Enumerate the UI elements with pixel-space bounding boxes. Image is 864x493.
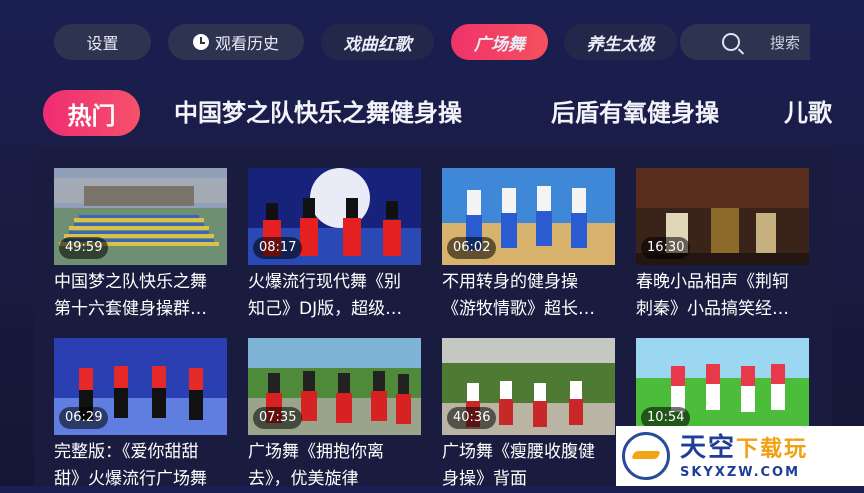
video-card[interactable]: 10:54 <box>636 338 809 439</box>
tab-square-dance[interactable]: 广场舞 <box>451 24 548 60</box>
history-button[interactable]: 观看历史 <box>168 24 304 60</box>
duration-badge: 07:35 <box>253 407 303 429</box>
video-thumbnail: 07:35 <box>248 338 421 435</box>
video-thumbnail: 16:30 <box>636 168 809 265</box>
video-card[interactable]: 49:59 中国梦之队快乐之舞 第十六套健身操群… <box>54 168 227 323</box>
category-tab-hot[interactable]: 热门 <box>43 90 140 136</box>
duration-badge: 06:02 <box>447 237 497 259</box>
clock-icon <box>192 34 209 50</box>
duration-badge: 40:36 <box>447 407 497 429</box>
category-tab-hot-label: 热门 <box>67 101 116 130</box>
category-tab-kids-songs[interactable]: 儿歌 <box>784 90 832 136</box>
airplane-logo-icon <box>622 432 670 480</box>
tab-opera-label: 戏曲红歌 <box>343 34 412 55</box>
watermark-title: 天空下载玩 <box>680 432 809 463</box>
search-label: 搜索 <box>770 33 801 52</box>
category-tabs: 热门 中国梦之队快乐之舞健身操 后盾有氧健身操 儿歌 <box>0 90 864 136</box>
video-card[interactable]: 06:02 不用转身的健身操 《游牧情歌》超长… <box>442 168 615 323</box>
video-title: 火爆流行现代舞《别 知己》DJ版，超级… <box>248 272 403 319</box>
video-title: 广场舞《瘦腰收腹健 身操》背面 <box>442 442 595 489</box>
history-label: 观看历史 <box>214 34 279 53</box>
search-icon <box>722 33 740 51</box>
video-thumbnail: 40:36 <box>442 338 615 435</box>
video-card[interactable]: 06:29 完整版：《爱你甜甜 甜》火爆流行广场舞 <box>54 338 227 493</box>
video-thumbnail: 08:17 <box>248 168 421 265</box>
tab-opera[interactable]: 戏曲红歌 <box>321 24 434 60</box>
video-thumbnail: 06:29 <box>54 338 227 435</box>
video-thumbnail: 06:02 <box>442 168 615 265</box>
duration-badge: 06:29 <box>59 407 109 429</box>
duration-badge: 16:30 <box>641 237 691 259</box>
video-card[interactable]: 08:17 火爆流行现代舞《别 知己》DJ版，超级… <box>248 168 421 323</box>
duration-badge: 49:59 <box>59 237 109 259</box>
tab-health[interactable]: 养生太极 <box>564 24 677 60</box>
watermark-logo: 天空下载玩 SKYXZW.COM <box>616 426 864 486</box>
video-title: 不用转身的健身操 《游牧情歌》超长… <box>442 272 595 319</box>
video-card[interactable]: 07:35 广场舞《拥抱你离 去》，优美旋律 <box>248 338 421 493</box>
video-thumbnail: 10:54 <box>636 338 809 435</box>
video-card[interactable]: 16:30 春晚小品相声《荆轲 刺秦》小品搞笑经… <box>636 168 809 323</box>
duration-badge: 08:17 <box>253 237 303 259</box>
settings-label: 设置 <box>86 34 119 53</box>
video-thumbnail: 49:59 <box>54 168 227 265</box>
top-nav: 设置 观看历史 戏曲红歌 广场舞 养生太极 搜索 <box>0 24 864 60</box>
category-tab-dream-team[interactable]: 中国梦之队快乐之舞健身操 <box>174 90 462 136</box>
video-title: 春晚小品相声《荆轲 刺秦》小品搞笑经… <box>636 272 789 319</box>
video-card[interactable]: 40:36 广场舞《瘦腰收腹健 身操》背面 <box>442 338 615 493</box>
settings-button[interactable]: 设置 <box>54 24 151 60</box>
watermark-url: SKYXZW.COM <box>680 464 801 480</box>
video-title: 广场舞《拥抱你离 去》，优美旋律 <box>248 442 384 489</box>
tab-square-dance-label: 广场舞 <box>474 34 525 55</box>
video-title: 中国梦之队快乐之舞 第十六套健身操群… <box>54 272 207 319</box>
search-button[interactable]: 搜索 <box>680 24 810 60</box>
tab-health-label: 养生太极 <box>586 34 655 55</box>
video-title: 完整版：《爱你甜甜 甜》火爆流行广场舞 <box>54 442 207 489</box>
category-tab-aerobics[interactable]: 后盾有氧健身操 <box>551 90 719 136</box>
